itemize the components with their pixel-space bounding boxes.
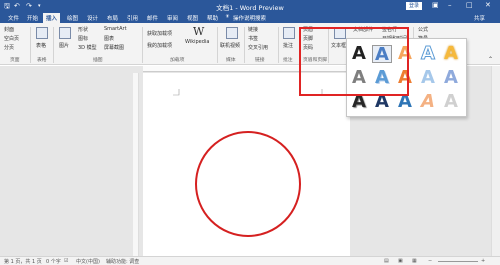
illustrations-group-label: 插图 [93, 58, 103, 63]
login-button[interactable]: 登录 [406, 2, 422, 10]
title-bar: 🖫 ↶ ↷ ▾ 文档1 - Word Preview 登录 ▣ – □ ✕ [0, 0, 500, 12]
3d-models-button[interactable]: 3D 模型 [78, 44, 97, 51]
share-button[interactable]: 共享 [474, 14, 485, 22]
wikipedia-button[interactable]: Wikipedia [185, 39, 209, 45]
tab-file[interactable]: 文件 [8, 14, 19, 22]
get-addins-button[interactable]: 获取加载项 [147, 30, 172, 37]
wordart-style-15[interactable]: A [441, 93, 461, 111]
addins-group-label: 加载项 [170, 58, 185, 63]
tab-review[interactable]: 审阅 [167, 14, 178, 22]
table-icon[interactable] [36, 27, 48, 39]
page-count[interactable]: 第 1 页，共 1 页 [4, 258, 42, 265]
picture-icon[interactable] [59, 27, 71, 39]
accessibility-indicator[interactable]: 辅助功能: 调查 [106, 258, 139, 265]
online-video-icon[interactable] [226, 27, 238, 39]
pages-group-label: 页面 [10, 58, 20, 63]
minimize-icon[interactable]: – [448, 1, 452, 9]
lightbulb-icon: ☀ [225, 14, 230, 20]
maximize-icon[interactable]: □ [466, 1, 473, 9]
zoom-in-icon[interactable]: + [481, 258, 485, 264]
table-button[interactable]: 表格 [36, 42, 46, 49]
cover-page-button[interactable]: 封面 [4, 26, 14, 33]
tab-insert[interactable]: 插入 [43, 13, 61, 23]
tab-draw[interactable]: 绘图 [67, 14, 78, 22]
wordart-style-14[interactable]: A [418, 93, 438, 111]
highlight-box [299, 27, 409, 96]
print-layout-icon[interactable]: ▣ [398, 258, 403, 264]
icons-button[interactable]: 图标 [78, 35, 88, 42]
vertical-ruler[interactable] [133, 73, 139, 256]
my-addins-button[interactable]: 我的加载项 [147, 42, 172, 49]
circle-shape[interactable] [195, 131, 301, 237]
vertical-scrollbar[interactable] [491, 66, 500, 256]
close-icon[interactable]: ✕ [485, 1, 491, 9]
tab-home[interactable]: 开始 [27, 14, 38, 22]
wordart-style-10[interactable]: A [441, 69, 461, 87]
online-video-button[interactable]: 联机视频 [220, 42, 240, 49]
web-layout-icon[interactable]: ▦ [412, 258, 417, 264]
wordart-style-5[interactable]: A [441, 45, 461, 63]
shapes-button[interactable]: 形状 [78, 26, 88, 33]
ribbon-tabs: 文件 开始 插入 绘图 设计 布局 引用 邮件 审阅 视图 帮助 ☀ 操作说明搜… [0, 12, 500, 23]
tab-view[interactable]: 视图 [187, 14, 198, 22]
smartart-button[interactable]: SmartArt [104, 26, 127, 32]
table-group-label: 表格 [37, 58, 47, 63]
comment-button[interactable]: 批注 [283, 42, 293, 49]
word-count[interactable]: 0 个字 [46, 258, 61, 265]
wordart-style-4[interactable]: A [418, 44, 438, 63]
zoom-slider[interactable] [438, 261, 478, 262]
zoom-out-icon[interactable]: − [428, 258, 432, 264]
equation-button[interactable]: 公式 [418, 26, 428, 33]
screenshot-button[interactable]: 屏幕截图 [104, 44, 124, 51]
status-bar: 第 1 页，共 1 页 0 个字 ☑ 中文(中国) 辅助功能: 调查 ▤ ▣ ▦… [0, 256, 500, 265]
collapse-ribbon-icon[interactable]: ⌃ [488, 56, 493, 63]
tab-design[interactable]: 设计 [87, 14, 98, 22]
media-group-label: 媒体 [226, 58, 236, 63]
proofing-icon[interactable]: ☑ [64, 258, 68, 264]
wordart-style-9[interactable]: A [418, 69, 438, 87]
comment-icon[interactable] [283, 27, 295, 39]
tab-layout[interactable]: 布局 [107, 14, 118, 22]
language-indicator[interactable]: 中文(中国) [76, 258, 100, 265]
margin-mark [173, 89, 180, 96]
blank-page-button[interactable]: 空白页 [4, 35, 19, 42]
tell-me-search[interactable]: 操作说明搜索 [233, 14, 266, 22]
wikipedia-icon[interactable]: W [193, 25, 204, 38]
cross-reference-button[interactable]: 交叉引用 [248, 44, 268, 51]
link-button[interactable]: 链接 [248, 26, 258, 33]
ribbon-display-icon[interactable]: ▣ [432, 1, 439, 9]
window-title: 文档1 - Word Preview [216, 4, 284, 12]
bookmark-button[interactable]: 书签 [248, 35, 258, 42]
tab-references[interactable]: 引用 [127, 14, 138, 22]
links-group-label: 链接 [255, 58, 265, 63]
tab-mailings[interactable]: 邮件 [147, 14, 158, 22]
document-page[interactable] [143, 73, 350, 256]
focus-mode-icon[interactable]: ▤ [384, 258, 389, 264]
comments-group-label: 批注 [283, 58, 293, 63]
pictures-button[interactable]: 图片 [59, 42, 69, 49]
page-break-button[interactable]: 分页 [4, 44, 14, 51]
tab-help[interactable]: 帮助 [207, 14, 218, 22]
chart-button[interactable]: 图表 [104, 35, 114, 42]
